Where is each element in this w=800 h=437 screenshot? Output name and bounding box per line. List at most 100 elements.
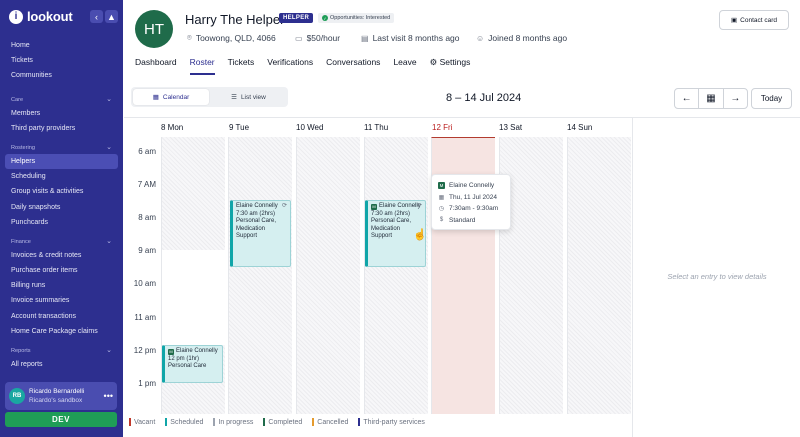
tab-leave[interactable]: Leave [393, 57, 416, 75]
sidebar-item-invoice-summaries[interactable]: Invoice summaries [5, 293, 118, 308]
member-icon: M [438, 182, 445, 190]
repeat-icon: ⟳ [281, 203, 287, 209]
sidebar-item-members[interactable]: Members [5, 106, 118, 121]
role-badge: HELPER [279, 13, 314, 23]
sidebar-section-finance[interactable]: Finance ⌄ [5, 236, 118, 248]
time-label: 1 pm [138, 379, 156, 388]
sidebar-item-billing-runs[interactable]: Billing runs [5, 278, 118, 293]
person-walking-icon: ☺ [476, 33, 485, 43]
sidebar-item-group-visits[interactable]: Group visits & activities [5, 184, 118, 199]
tab-roster[interactable]: Roster [189, 57, 215, 75]
sidebar-item-tickets[interactable]: Tickets [5, 53, 118, 68]
profile-tabs: Dashboard Roster Tickets Verifications C… [135, 57, 483, 75]
legend-item-third-party: Third-party services [358, 418, 425, 426]
sidebar-item-account-transactions[interactable]: Account transactions [5, 309, 118, 324]
sidebar: i lookout ‹ ▲ Home Tickets Communities C… [0, 0, 123, 437]
tab-dashboard[interactable]: Dashboard [135, 57, 177, 75]
day-header-wed: 10 Wed [296, 123, 324, 132]
time-label: 8 am [138, 213, 156, 222]
sidebar-item-purchase-order-items[interactable]: Purchase order items [5, 263, 118, 278]
contact-card-button[interactable]: ▣ Contact card [719, 10, 789, 30]
hourly-rate: ▭ $50/hour [295, 33, 341, 43]
list-view-button[interactable]: ☰ List view [211, 89, 286, 105]
collapse-sidebar-icon[interactable]: ‹ [90, 10, 103, 23]
tab-settings[interactable]: ⚙ Settings [430, 57, 471, 75]
popover-date: Thu, 11 Jul 2024 [449, 193, 497, 201]
logo[interactable]: i lookout [9, 9, 73, 24]
tab-conversations[interactable]: Conversations [326, 57, 380, 75]
shift-card-mon[interactable]: M Elaine Connelly 12 pm (1hr) Personal Ca… [162, 345, 223, 383]
legend-item-scheduled: Scheduled [165, 418, 203, 426]
legend-item-in-progress: In progress [213, 418, 253, 426]
day-header-sat: 13 Sat [499, 123, 523, 132]
user-name: Ricardo Bernardelli [29, 388, 85, 395]
day-column-sun[interactable] [567, 137, 631, 414]
time-label: 11 am [134, 313, 156, 322]
day-column-wed[interactable] [296, 137, 360, 414]
popover-time: 7:30am - 9:30am [449, 205, 499, 213]
time-label: 7 AM [137, 180, 156, 189]
list-icon: ☰ [231, 94, 237, 101]
day-header-fri: 12 Fri [432, 123, 453, 132]
sidebar-item-scheduling[interactable]: Scheduling [5, 169, 118, 184]
arrow-right-icon: → [730, 93, 741, 104]
calendar-icon: ▤ [361, 33, 369, 43]
day-header-thu: 11 Thu [364, 123, 389, 132]
time-label: 6 am [138, 147, 156, 156]
view-toggle: ▦ Calendar ☰ List view [131, 87, 288, 107]
day-header-mon: 8 Mon [161, 123, 184, 132]
repeat-icon: ⟳ [416, 203, 422, 209]
location: ⌾ Toowong, QLD, 4066 [187, 33, 276, 43]
sidebar-section-rostering[interactable]: Rostering ⌄ [5, 142, 118, 154]
detail-panel: Select an entry to view details [632, 117, 800, 437]
sidebar-item-punchcards[interactable]: Punchcards [5, 215, 118, 230]
tab-verifications[interactable]: Verifications [267, 57, 313, 75]
time-label: 12 pm [133, 346, 156, 355]
popover-rate: Standard [449, 216, 476, 224]
week-navigation: ← ▦ → [674, 88, 748, 109]
sidebar-item-home[interactable]: Home [5, 38, 118, 53]
date-range: 8 – 14 Jul 2024 [446, 92, 522, 104]
sidebar-item-all-reports[interactable]: All reports [5, 357, 118, 372]
more-options-icon[interactable]: ••• [104, 391, 113, 401]
contact-card-icon: ▣ [730, 17, 738, 24]
sidebar-item-daily-snapshots[interactable]: Daily snapshots [5, 200, 118, 215]
day-header-tue: 9 Tue [229, 123, 250, 132]
user-avatar: RB [9, 388, 25, 404]
sidebar-item-invoices[interactable]: Invoices & credit notes [5, 248, 118, 263]
status-legend: Vacant Scheduled In progress Completed C… [129, 418, 425, 426]
sidebar-section-reports[interactable]: Reports ⌄ [5, 345, 118, 357]
calendar-icon: ▦ [706, 93, 716, 104]
notifications-bell-icon[interactable]: ▲ [105, 10, 118, 23]
sidebar-item-helpers[interactable]: Helpers [5, 153, 118, 170]
shift-card-tue[interactable]: ⟳ Elaine Connelly 7:30 am (2hrs) Persona… [230, 200, 291, 267]
environment-badge: DEV [5, 412, 117, 427]
time-label: 10 am [133, 279, 156, 288]
helper-avatar: HT [135, 10, 173, 48]
available-slot[interactable] [161, 250, 225, 345]
legend-item-cancelled: Cancelled [312, 418, 348, 426]
gear-icon: ⚙ [429, 57, 438, 67]
date-picker-button[interactable]: ▦ [699, 89, 724, 108]
hand-cursor-icon: ☝ [413, 229, 427, 241]
today-button[interactable]: Today [751, 88, 792, 109]
member-icon: M [168, 349, 174, 355]
popover-name: Elaine Connelly [449, 182, 495, 190]
chevron-down-icon: ⌄ [106, 237, 112, 245]
sidebar-item-third-party-providers[interactable]: Third party providers [5, 121, 118, 136]
legend-item-completed: Completed [263, 418, 302, 426]
calendar-view-button[interactable]: ▦ Calendar [133, 89, 209, 105]
sidebar-nav: Home Tickets Communities Care ⌄ Members T… [5, 38, 118, 372]
page-title: Harry The Helper [185, 12, 285, 27]
sidebar-item-communities[interactable]: Communities [5, 68, 118, 83]
previous-week-button[interactable]: ← [675, 89, 700, 108]
day-column-thu[interactable] [364, 137, 428, 414]
sidebar-item-home-care-package-claims[interactable]: Home Care Package claims [5, 324, 118, 339]
opportunity-badge: ✓ Opportunities: Interested [318, 13, 395, 23]
day-column-tue[interactable] [228, 137, 292, 414]
user-card[interactable]: RB Ricardo Bernardelli Ricardo's sandbox… [5, 382, 117, 410]
sidebar-section-care[interactable]: Care ⌄ [5, 94, 118, 106]
dollar-icon: $ [439, 217, 444, 224]
next-week-button[interactable]: → [724, 89, 747, 108]
tab-tickets[interactable]: Tickets [228, 57, 255, 75]
